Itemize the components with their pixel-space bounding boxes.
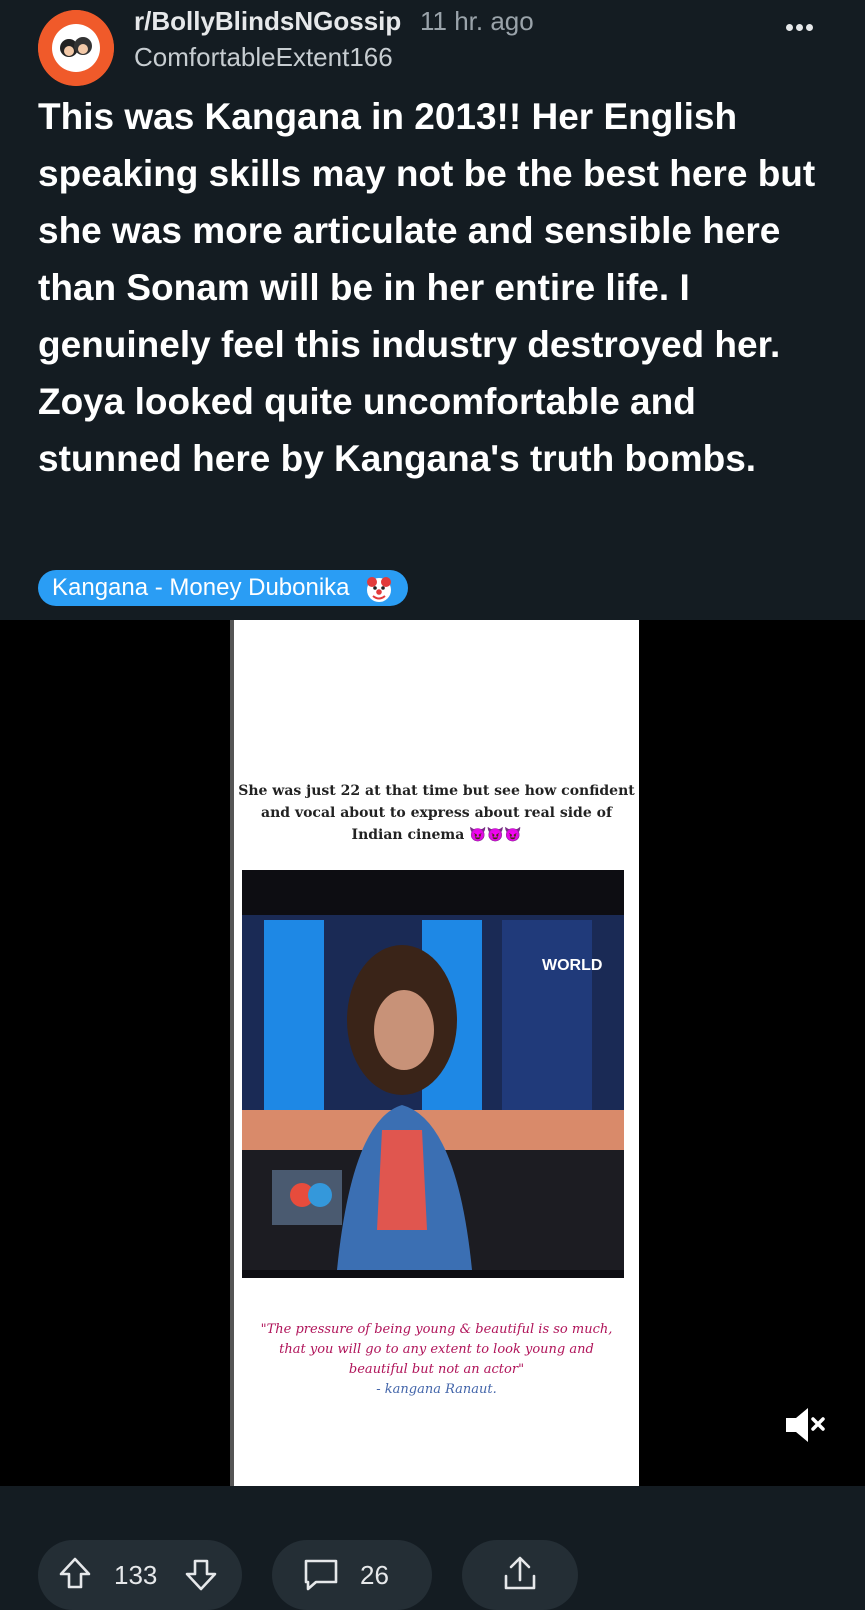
flair-label: Kangana - Money Dubonika — [52, 574, 350, 601]
upvote-arrow-icon[interactable] — [58, 1556, 92, 1590]
post-media[interactable]: She was just 22 at that time but see how… — [0, 620, 865, 1486]
comment-bubble-icon — [304, 1559, 338, 1591]
bollywood-gossip-avatar-icon — [38, 10, 114, 86]
interview-scene: WORLD — [242, 870, 624, 1278]
video-frame: She was just 22 at that time but see how… — [230, 620, 639, 1486]
action-bar: 133 26 — [0, 1540, 865, 1610]
channel-logo: WORLD — [542, 957, 602, 974]
upvote-count: 133 — [114, 1560, 158, 1590]
muted-speaker-icon[interactable] — [780, 1400, 830, 1450]
post-title[interactable]: This was Kangana in 2013!! Her English s… — [38, 88, 838, 487]
video-quote: "The pressure of being young & beautiful… — [254, 1320, 619, 1400]
subreddit-avatar[interactable] — [38, 10, 114, 86]
post-flair[interactable]: Kangana - Money Dubonika — [38, 570, 409, 606]
post-header: r/BollyBlindsNGossip 11 hr. ago Comforta… — [0, 0, 865, 90]
post-time: 11 hr. ago — [420, 6, 534, 36]
video-caption-top: She was just 22 at that time but see how… — [238, 783, 635, 843]
quote-author: - kangana Ranaut. — [376, 1382, 497, 1397]
clown-icon — [367, 576, 392, 602]
post-author[interactable]: ComfortableExtent166 — [134, 42, 393, 73]
quote-text: "The pressure of being young & beautiful… — [260, 1322, 613, 1377]
comment-count: 26 — [360, 1560, 389, 1590]
more-options-icon[interactable] — [786, 18, 822, 54]
share-icon — [504, 1556, 536, 1590]
downvote-arrow-icon[interactable] — [184, 1558, 218, 1592]
video-player[interactable]: WORLD — [242, 870, 624, 1278]
subreddit-name[interactable]: r/BollyBlindsNGossip — [134, 6, 401, 37]
